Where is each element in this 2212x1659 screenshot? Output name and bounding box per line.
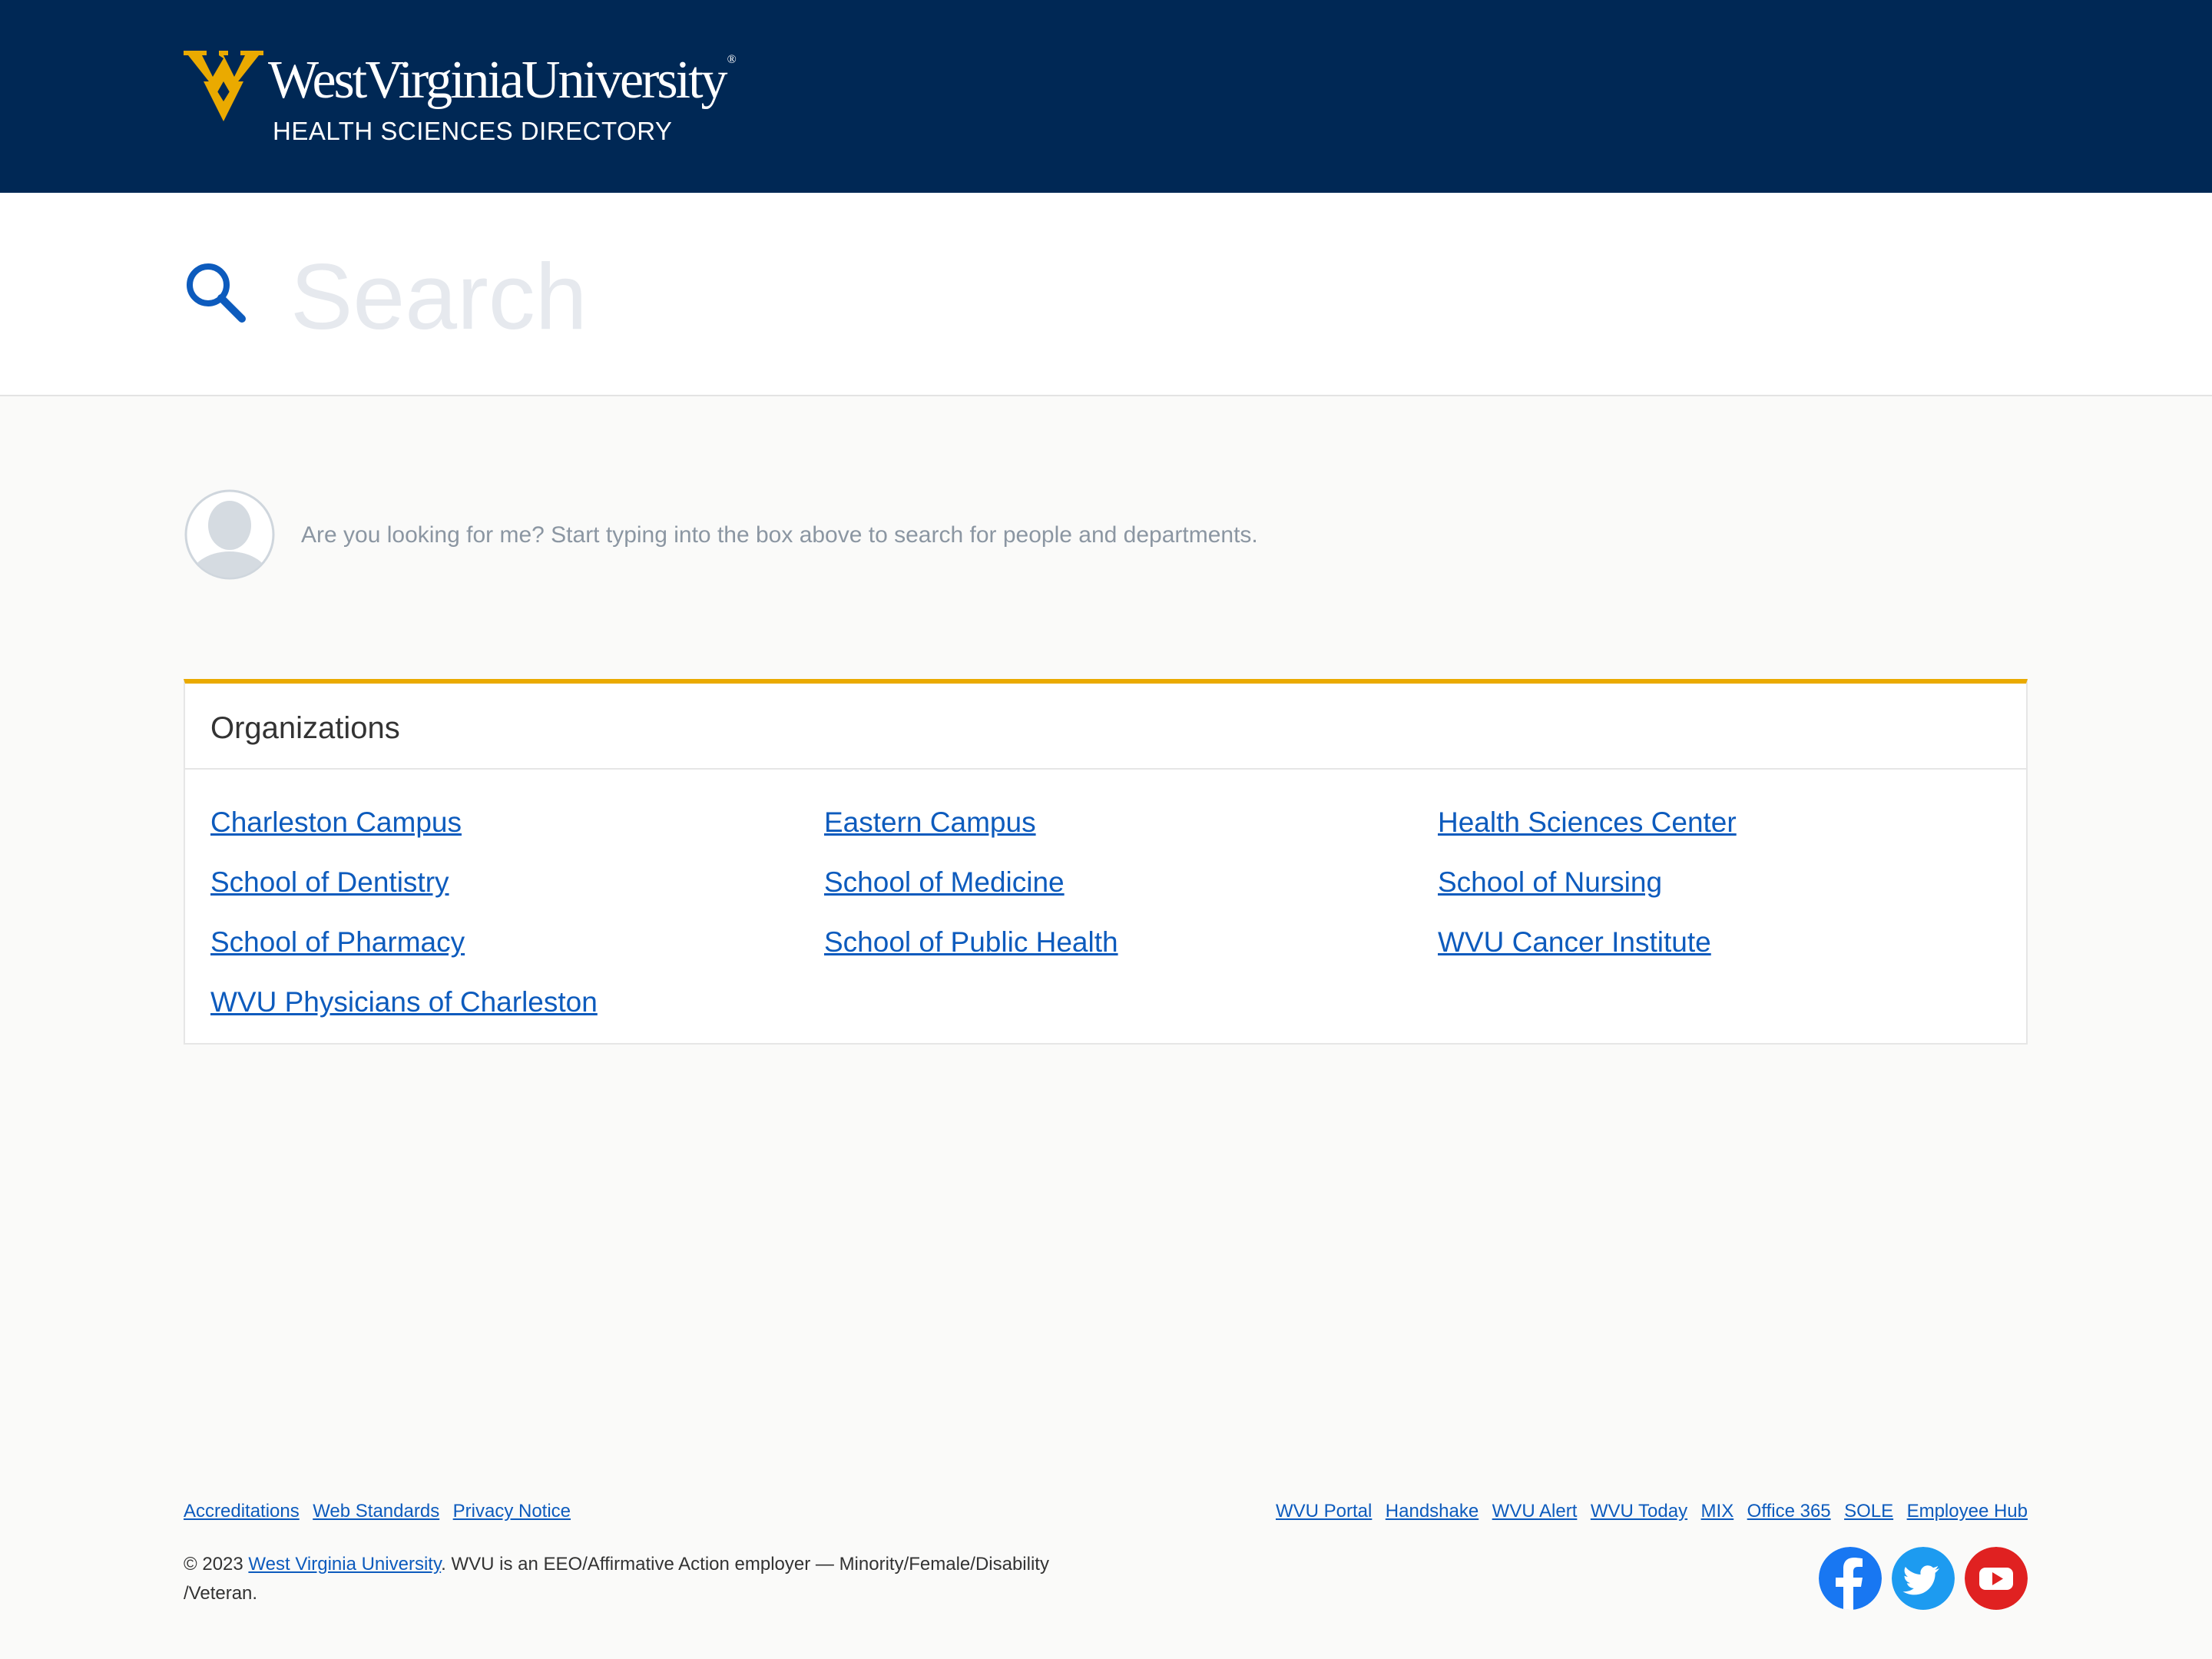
youtube-icon[interactable]: [1965, 1547, 2028, 1610]
twitter-icon[interactable]: [1892, 1547, 1955, 1610]
copyright-prefix: © 2023: [184, 1554, 243, 1575]
org-link-wvu-cancer-institute[interactable]: WVU Cancer Institute: [1438, 926, 1711, 959]
org-link-charleston-campus[interactable]: Charleston Campus: [210, 806, 462, 839]
footer-links-right: WVU Portal Handshake WVU Alert WVU Today…: [1266, 1501, 2028, 1522]
wvu-logo[interactable]: WestVirginiaUniversity ® HEALTH SCIENCES …: [184, 48, 737, 147]
organizations-card: Organizations Charleston Campus Eastern …: [184, 679, 2028, 1045]
page: WestVirginiaUniversity ® HEALTH SCIENCES …: [0, 0, 2212, 1659]
footer-link-mix[interactable]: MIX: [1701, 1501, 1734, 1522]
site-header: WestVirginiaUniversity ® HEALTH SCIENCES …: [0, 0, 2212, 193]
footer-link-wvu-today[interactable]: WVU Today: [1591, 1501, 1687, 1522]
search-band: [0, 193, 2212, 396]
footer-link-handshake[interactable]: Handshake: [1386, 1501, 1479, 1522]
footer-link-web-standards[interactable]: Web Standards: [313, 1501, 439, 1522]
prompt-text: Are you looking for me? Start typing int…: [301, 522, 1258, 548]
organizations-title: Organizations: [210, 711, 400, 745]
footer-link-wvu-portal[interactable]: WVU Portal: [1276, 1501, 1372, 1522]
org-link-eastern-campus[interactable]: Eastern Campus: [824, 806, 1036, 839]
facebook-icon[interactable]: [1819, 1547, 1882, 1610]
footer-link-office-365[interactable]: Office 365: [1747, 1501, 1831, 1522]
footer-link-accreditations[interactable]: Accreditations: [184, 1501, 300, 1522]
flying-wv-icon: [184, 51, 263, 121]
org-link-health-sciences-center[interactable]: Health Sciences Center: [1438, 806, 1737, 839]
site-subtitle: HEALTH SCIENCES DIRECTORY: [273, 117, 673, 145]
social-links: [1819, 1547, 2028, 1610]
copyright-notice: © 2023 West Virginia University. WVU is …: [184, 1550, 1105, 1608]
wordmark: WestVirginiaUniversity ®: [268, 51, 737, 110]
org-link-school-of-medicine[interactable]: School of Medicine: [824, 866, 1065, 899]
org-link-school-of-public-health[interactable]: School of Public Health: [824, 926, 1118, 959]
org-link-school-of-nursing[interactable]: School of Nursing: [1438, 866, 1662, 899]
footer-link-wvu-alert[interactable]: WVU Alert: [1492, 1501, 1578, 1522]
organizations-list: Charleston Campus Eastern Campus Health …: [210, 806, 2000, 1037]
org-link-school-of-pharmacy[interactable]: School of Pharmacy: [210, 926, 465, 959]
search-input[interactable]: [290, 239, 2026, 354]
organizations-header: Organizations: [185, 684, 2026, 770]
footer-links-left: Accreditations Web Standards Privacy Not…: [184, 1501, 581, 1522]
org-link-school-of-dentistry[interactable]: School of Dentistry: [210, 866, 449, 899]
org-link-wvu-physicians-of-charleston[interactable]: WVU Physicians of Charleston: [210, 986, 598, 1018]
user-avatar-icon: [184, 489, 275, 580]
search-icon: [187, 263, 246, 323]
footer-link-employee-hub[interactable]: Employee Hub: [1907, 1501, 2028, 1522]
footer-link-sole[interactable]: SOLE: [1844, 1501, 1893, 1522]
footer-link-privacy-notice[interactable]: Privacy Notice: [453, 1501, 571, 1522]
copyright-wvu-link[interactable]: West Virginia University: [248, 1554, 441, 1575]
search-prompt: Are you looking for me? Start typing int…: [184, 488, 1412, 581]
